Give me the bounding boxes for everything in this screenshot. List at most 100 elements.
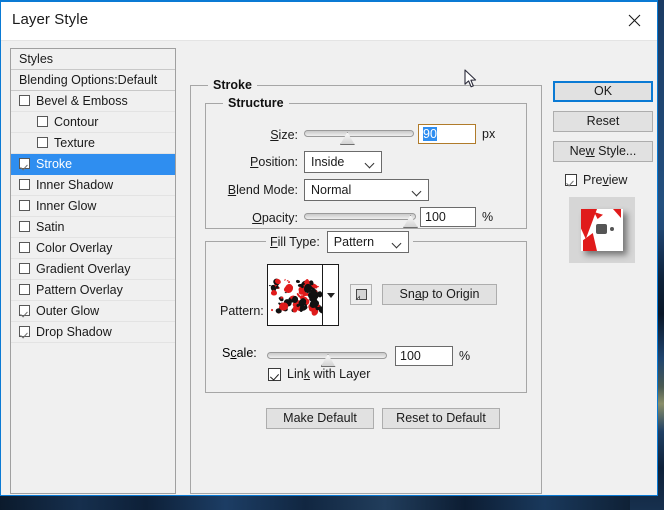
position-dropdown[interactable]: Inside — [304, 151, 382, 173]
style-list-item-label: Outer Glow — [36, 304, 100, 318]
dialog-title: Layer Style — [12, 11, 89, 28]
style-list-item-label: Stroke — [36, 157, 73, 171]
effect-checkbox[interactable] — [19, 326, 30, 337]
effect-checkbox[interactable] — [19, 200, 30, 211]
effect-checkbox[interactable] — [19, 221, 30, 232]
style-list-item-inner-glow[interactable]: Inner Glow — [11, 196, 175, 217]
reset-button[interactable]: Reset — [553, 111, 653, 132]
link-with-layer-checkbox[interactable]: Link with Layer — [268, 367, 370, 381]
preview-thumbnail-box — [569, 197, 635, 263]
new-preset-icon[interactable] — [350, 284, 372, 305]
style-list-item-label: Texture — [54, 136, 95, 150]
close-icon[interactable] — [612, 2, 657, 39]
slider-track — [304, 130, 414, 137]
style-list-item-label: Bevel & Emboss — [36, 94, 128, 108]
pattern-dropdown-arrow-icon[interactable] — [323, 265, 338, 325]
style-list-item-label: Inner Glow — [36, 199, 97, 213]
snap-to-origin-label: Snap to Origin — [399, 287, 480, 301]
style-list-item-outer-glow[interactable]: Outer Glow — [11, 301, 175, 322]
style-list-item-contour[interactable]: Contour — [11, 112, 175, 133]
style-list-item-label: Contour — [54, 115, 99, 129]
style-list-item-label: Drop Shadow — [36, 325, 112, 339]
scale-slider[interactable] — [267, 346, 387, 367]
style-list-item-satin[interactable]: Satin — [11, 217, 175, 238]
opacity-slider[interactable] — [304, 207, 418, 228]
effect-checkbox[interactable] — [19, 95, 30, 106]
chevron-down-icon — [366, 160, 374, 165]
pattern-swatch-preview — [268, 265, 322, 325]
style-list-item-label: Satin — [36, 220, 65, 234]
style-list-item-stroke[interactable]: Stroke — [11, 154, 175, 175]
effect-checkbox[interactable] — [19, 284, 30, 295]
chevron-down-icon — [413, 188, 421, 193]
size-slider[interactable] — [304, 124, 414, 145]
style-list-item-bevel-emboss[interactable]: Bevel & Emboss — [11, 91, 175, 112]
pattern-swatch-picker[interactable] — [267, 264, 339, 326]
style-list-item-gradient-overlay[interactable]: Gradient Overlay — [11, 259, 175, 280]
effect-checkbox[interactable] — [19, 158, 30, 169]
blend-mode-label: Blend Mode: — [227, 183, 298, 197]
style-list-item-label: Pattern Overlay — [36, 283, 123, 297]
layer-style-dialog: Layer Style Styles Blending Options:Defau… — [0, 0, 658, 496]
dialog-body: Styles Blending Options:Default Bevel & Em… — [1, 41, 657, 497]
position-row: Position: Inside — [206, 151, 528, 173]
preview-label: Preview — [583, 173, 628, 187]
link-with-layer-label: Link with Layer — [287, 367, 371, 381]
size-value: 90 — [423, 127, 437, 141]
snap-to-origin-button[interactable]: Snap to Origin — [382, 284, 497, 305]
make-default-button[interactable]: Make Default — [266, 408, 374, 429]
fill-type-dropdown[interactable]: Pattern — [326, 231, 409, 253]
preview-thumbnail-image — [581, 209, 623, 251]
style-list-item-blending-options-default[interactable]: Blending Options:Default — [11, 70, 175, 91]
structure-group-title: Structure — [223, 96, 289, 110]
blend-mode-dropdown[interactable]: Normal — [304, 179, 429, 201]
effect-checkbox[interactable] — [19, 263, 30, 274]
new-style-button[interactable]: New Style... — [553, 141, 653, 162]
style-list-item-label: Inner Shadow — [36, 178, 114, 192]
stroke-group: Stroke Structure Size: 90 px Position: I… — [190, 78, 542, 494]
effect-checkbox[interactable] — [37, 137, 48, 148]
reset-to-default-button[interactable]: Reset to Default — [382, 408, 500, 429]
scale-label: Scale: — [222, 346, 257, 360]
checkbox-box — [565, 174, 577, 186]
style-list-item-pattern-overlay[interactable]: Pattern Overlay — [11, 280, 175, 301]
size-unit: px — [482, 127, 496, 141]
opacity-value: 100 — [425, 210, 446, 224]
style-list-item-styles[interactable]: Styles — [11, 49, 175, 70]
dialog-titlebar: Layer Style — [1, 2, 657, 41]
fill-type-label: Fill Type: — [270, 235, 320, 249]
position-label: Position: — [250, 155, 298, 169]
effect-checkbox[interactable] — [19, 305, 30, 316]
style-list-item-label: Blending Options:Default — [19, 73, 158, 87]
opacity-input[interactable]: 100 — [420, 207, 476, 227]
size-input[interactable]: 90 — [418, 124, 476, 144]
mouse-cursor — [464, 69, 478, 94]
scale-input[interactable]: 100 — [395, 346, 453, 366]
styles-list: Styles Blending Options:Default Bevel & Em… — [10, 48, 176, 494]
effect-checkbox[interactable] — [19, 179, 30, 190]
effect-checkbox[interactable] — [37, 116, 48, 127]
opacity-label: Opacity: — [252, 211, 298, 225]
size-row: Size: 90 px — [206, 124, 528, 146]
checkbox-box — [268, 367, 281, 381]
opacity-unit: % — [482, 210, 494, 224]
style-list-item-drop-shadow[interactable]: Drop Shadow — [11, 322, 175, 343]
effect-checkbox[interactable] — [19, 242, 30, 253]
new-style-label: New Style... — [569, 144, 637, 158]
ok-button[interactable]: OK — [553, 81, 653, 102]
fill-type-row: Fill Type: Pattern — [266, 231, 413, 253]
style-list-item-label: Styles — [19, 52, 54, 66]
structure-group: Structure Size: 90 px Position: Inside B… — [205, 96, 528, 229]
preview-checkbox[interactable]: Preview — [565, 171, 653, 189]
stroke-group-title: Stroke — [208, 78, 257, 92]
opacity-row: Opacity: 100 % — [206, 207, 528, 229]
blend-mode-row: Blend Mode: Normal — [206, 179, 528, 201]
pattern-label: Pattern: — [220, 304, 264, 318]
style-list-item-texture[interactable]: Texture — [11, 133, 175, 154]
scale-value: 100 — [400, 349, 421, 363]
fill-type-group: Fill Type: Pattern Pattern: Snap to Orig… — [205, 231, 527, 393]
style-list-item-label: Gradient Overlay — [36, 262, 131, 276]
style-list-item-color-overlay[interactable]: Color Overlay — [11, 238, 175, 259]
dialog-button-column: OK Reset New Style... Preview — [553, 81, 653, 263]
style-list-item-inner-shadow[interactable]: Inner Shadow — [11, 175, 175, 196]
